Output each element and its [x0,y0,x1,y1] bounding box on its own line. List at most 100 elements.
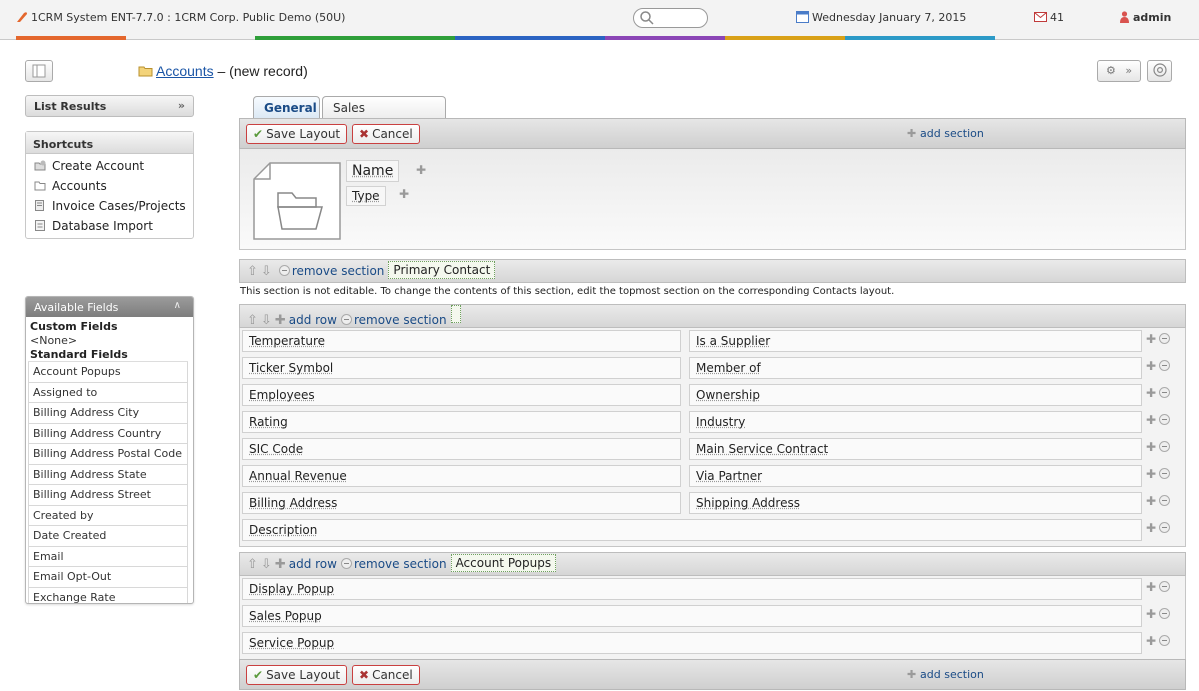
header-field-type[interactable]: Type [346,186,386,206]
shortcut-create-account[interactable]: Create Account [26,156,193,176]
layout-field[interactable]: Is a Supplier [689,330,1142,352]
mail-indicator[interactable]: 41 [1034,11,1064,24]
save-layout-button[interactable]: ✔ Save Layout [246,665,348,685]
primary-contact-section-bar: ⇧ ⇩ remove section Primary Contact [239,259,1186,283]
row-controls[interactable]: ✚ [1146,440,1171,454]
available-field[interactable]: Date Created [28,526,188,547]
available-field[interactable]: Billing Address Street [28,485,188,506]
layout-toolbar-bottom: ✔ Save Layout ✖ Cancel ✚ add section [239,659,1186,690]
layout-field[interactable]: Billing Address [242,492,681,514]
row-controls[interactable]: ✚ [1146,634,1171,648]
mail-count: 41 [1050,11,1064,24]
tab-sales-information[interactable]: Sales Information [322,96,446,137]
layout-field[interactable]: Ownership [689,384,1142,406]
section-name-field[interactable] [450,305,461,323]
layout-field[interactable]: Annual Revenue [242,465,681,487]
available-field[interactable]: Assigned to [28,382,188,403]
section-name-field[interactable]: Primary Contact [388,261,496,279]
module-color-line [0,36,1199,40]
available-field[interactable]: Created by [28,505,188,526]
row-controls[interactable]: ✚ [1146,607,1171,621]
available-field[interactable]: Billing Address Postal Code [28,444,188,465]
layout-field[interactable]: Sales Popup [242,605,1142,627]
section-name-field[interactable]: Account Popups [450,554,557,572]
plus-icon: ✚ [274,313,286,328]
plus-icon: ✚ [907,127,921,140]
shortcut-invoice-cases[interactable]: Invoice Cases/Projects [26,196,193,216]
tab-general[interactable]: General [253,96,320,119]
save-layout-button[interactable]: ✔ Save Layout [246,124,348,144]
layout-field[interactable]: Display Popup [242,578,1142,600]
remove-section-link[interactable]: remove section [354,557,447,571]
layout-field[interactable]: Shipping Address [689,492,1142,514]
available-field[interactable]: Email [28,546,188,567]
sidebar-icon [32,64,46,78]
row-controls[interactable]: ✚ [1146,413,1171,427]
row-controls[interactable]: ✚ [1146,386,1171,400]
add-section-link[interactable]: ✚ add section [907,668,984,681]
available-field[interactable]: Billing Address State [28,464,188,485]
plus-icon: ✚ [1146,386,1157,400]
date-text: Wednesday January 7, 2015 [812,11,967,24]
shortcut-accounts[interactable]: Accounts [26,176,193,196]
move-down-icon[interactable]: ⇩ [261,557,272,572]
header-field-name[interactable]: Name [346,160,400,182]
layout-field[interactable]: Via Partner [689,465,1142,487]
chevron-up-icon: ∧ [173,300,181,311]
sidebar-toggle-button[interactable] [25,60,53,82]
row-controls[interactable]: ✚ [1146,359,1171,373]
layout-field[interactable]: Service Popup [242,632,1142,654]
app-title[interactable]: 1CRM System ENT-7.7.0 : 1CRM Corp. Publi… [16,11,345,24]
global-search-input[interactable] [633,8,708,28]
cancel-button[interactable]: ✖ Cancel [352,124,420,144]
settings-button[interactable]: ⚙ » [1097,60,1141,82]
shortcut-database-import[interactable]: Database Import [26,216,193,236]
shortcut-label: Create Account [52,159,145,173]
remove-icon [1159,608,1171,619]
remove-section-link[interactable]: remove section [354,313,447,327]
move-up-icon[interactable]: ⇧ [247,313,258,328]
layout-field[interactable]: Main Service Contract [689,438,1142,460]
list-results-panel[interactable]: List Results » [25,95,194,117]
available-field[interactable]: Billing Address City [28,403,188,424]
help-icon [1152,63,1167,77]
calendar-date[interactable]: Wednesday January 7, 2015 [796,11,966,24]
available-field[interactable]: Billing Address Country [28,423,188,444]
row-controls[interactable]: ✚ [1146,494,1171,508]
add-row-link[interactable]: add row [289,557,337,571]
row-controls[interactable]: ✚ [1146,467,1171,481]
layout-field[interactable]: Ticker Symbol [242,357,681,379]
layout-field[interactable]: Description [242,519,1142,541]
layout-field[interactable]: SIC Code [242,438,681,460]
plus-icon[interactable]: ✚ [399,187,409,201]
remove-section-link[interactable]: remove section [292,264,385,278]
layout-field[interactable]: Member of [689,357,1142,379]
available-field[interactable]: Account Popups [28,362,188,383]
row-controls[interactable]: ✚ [1146,580,1171,594]
help-button[interactable] [1147,60,1172,82]
add-row-link[interactable]: add row [289,313,337,327]
user-menu[interactable]: admin [1120,11,1171,24]
move-up-icon[interactable]: ⇧ [247,264,258,279]
remove-icon [1159,387,1171,398]
remove-icon [278,265,290,276]
available-field[interactable]: Exchange Rate [28,587,188,603]
move-up-icon[interactable]: ⇧ [247,557,258,572]
remove-icon [1159,468,1171,479]
remove-icon [1159,360,1171,371]
available-field[interactable]: Email Opt-Out [28,567,188,588]
layout-field[interactable]: Temperature [242,330,681,352]
move-down-icon[interactable]: ⇩ [261,264,272,279]
cancel-button[interactable]: ✖ Cancel [352,665,420,685]
layout-field[interactable]: Employees [242,384,681,406]
top-bar: 1CRM System ENT-7.7.0 : 1CRM Corp. Publi… [0,0,1199,40]
available-fields-header[interactable]: Available Fields ∧ [26,297,193,317]
move-down-icon[interactable]: ⇩ [261,313,272,328]
row-controls[interactable]: ✚ [1146,521,1171,535]
layout-field[interactable]: Rating [242,411,681,433]
accounts-breadcrumb-link[interactable]: Accounts [156,63,214,79]
plus-icon[interactable]: ✚ [416,163,426,177]
add-section-link[interactable]: ✚ add section [907,127,984,140]
layout-field[interactable]: Industry [689,411,1142,433]
row-controls[interactable]: ✚ [1146,332,1171,346]
